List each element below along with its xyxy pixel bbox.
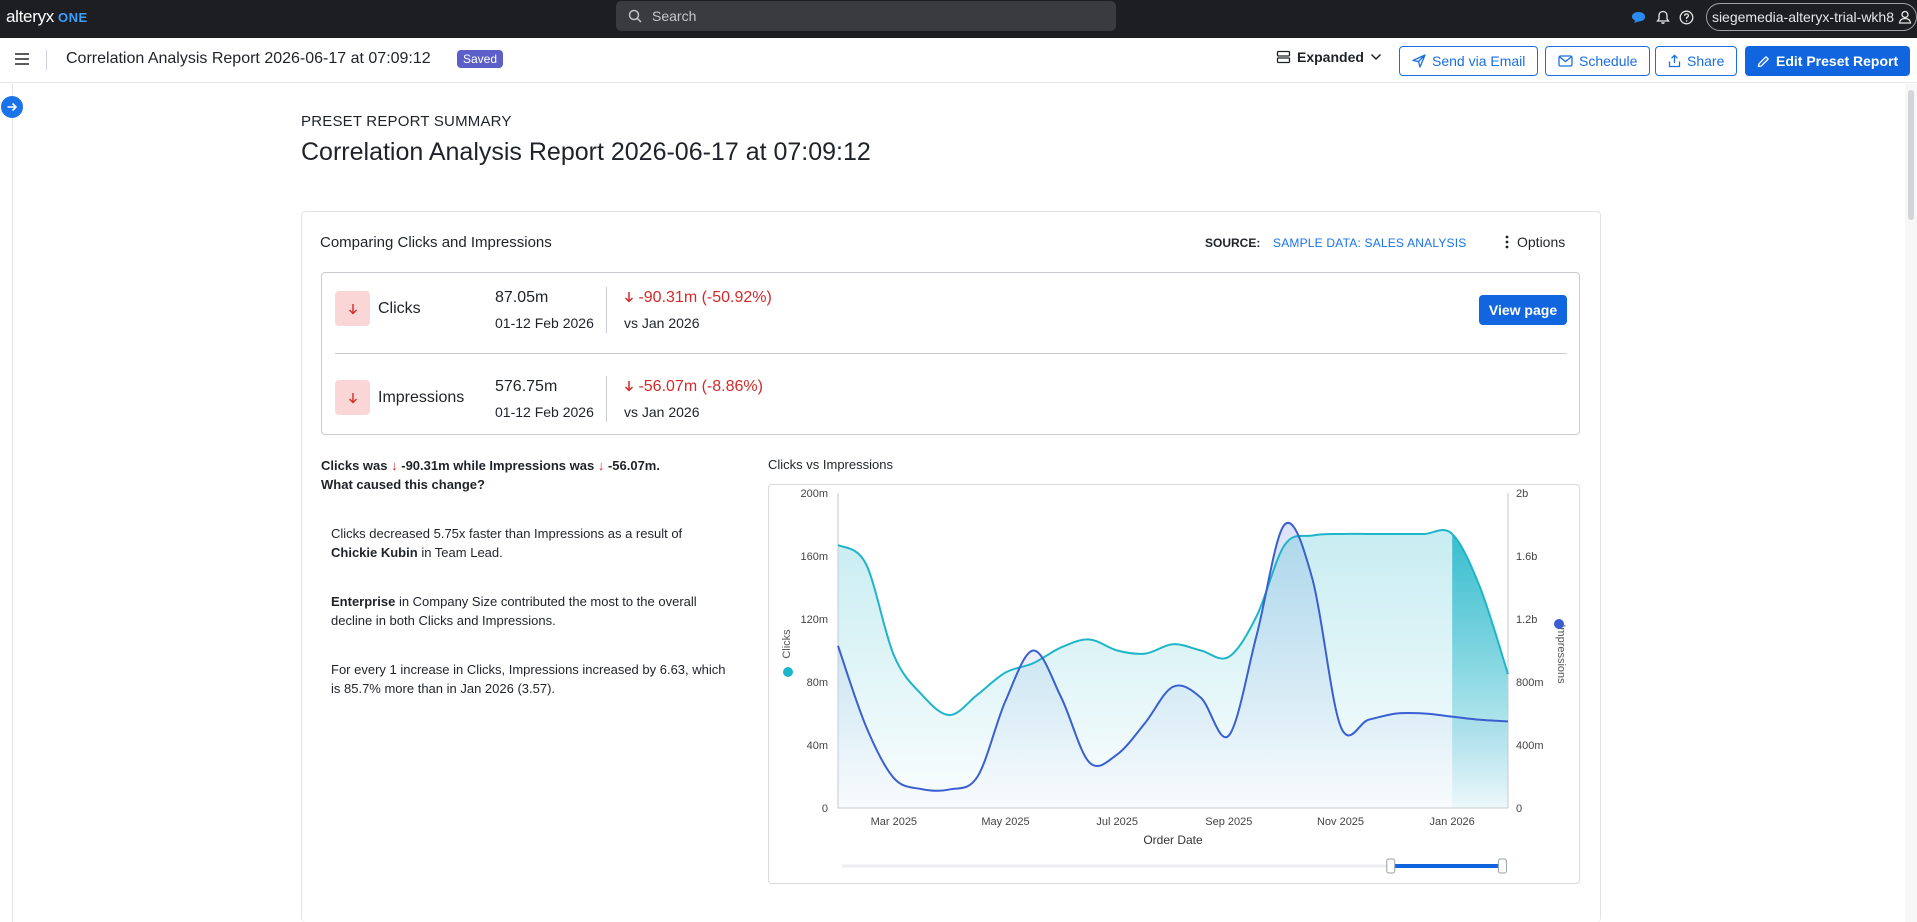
y-tick-label-right: 0: [1516, 803, 1522, 815]
view-page-button[interactable]: View page: [1479, 295, 1567, 325]
kebab-icon: [1505, 235, 1509, 249]
chevron-down-icon: [1370, 53, 1381, 61]
range-slider-handle[interactable]: [1497, 858, 1507, 874]
down-arrow-icon: [335, 291, 370, 326]
search-icon: [628, 9, 642, 23]
x-tick-label: Jul 2025: [1096, 816, 1138, 828]
help-icon[interactable]: [1678, 8, 1696, 26]
impressions-legend-dot: [1554, 619, 1564, 629]
account-menu[interactable]: siegemedia-alteryx-trial-wkh8: [1705, 3, 1917, 31]
schedule-button[interactable]: Schedule: [1545, 46, 1651, 76]
report-toolbar: Correlation Analysis Report 2026-06-17 a…: [0, 38, 1917, 83]
y-tick-label-right: 2b: [1516, 488, 1528, 500]
metric-period: 01-12 Feb 2026: [495, 315, 594, 331]
share-icon: [1668, 54, 1681, 68]
view-mode-dropdown[interactable]: Expanded: [1276, 49, 1382, 65]
mail-icon: [1558, 55, 1573, 67]
layout-icon: [1276, 50, 1291, 64]
edit-preset-report-button[interactable]: Edit Preset Report: [1745, 46, 1911, 76]
page-kicker: PRESET REPORT SUMMARY: [301, 113, 512, 130]
metrics-panel: Clicks 87.05m 01-12 Feb 2026 -90.31m (-5…: [321, 272, 1580, 435]
x-tick-label: Sep 2025: [1205, 816, 1252, 828]
card-title: Comparing Clicks and Impressions: [320, 234, 552, 251]
y-tick-label-left: 80m: [807, 677, 828, 689]
expand-panel-button[interactable]: [1, 96, 23, 118]
y-tick-label-right: 1.2b: [1516, 614, 1537, 626]
left-rail: [0, 84, 13, 922]
share-button[interactable]: Share: [1655, 46, 1738, 76]
search-input[interactable]: [652, 8, 1092, 24]
metric-period: 01-12 Feb 2026: [495, 404, 594, 420]
brand-logo[interactable]: alteryx ONE: [6, 7, 88, 27]
options-menu[interactable]: Options: [1505, 234, 1565, 250]
divider: [46, 50, 47, 70]
insight-item: Enterprise in Company Size contributed t…: [331, 594, 697, 628]
chat-icon[interactable]: [1630, 8, 1648, 26]
scrollbar-thumb[interactable]: [1908, 90, 1914, 220]
metric-name: Impressions: [378, 389, 465, 406]
y-tick-label-right: 1.6b: [1516, 551, 1537, 563]
down-arrow-icon: ↓: [391, 458, 398, 473]
x-tick-label: Jan 2026: [1430, 816, 1475, 828]
status-badge: Saved: [457, 50, 504, 68]
user-icon: [1898, 10, 1912, 24]
down-arrow-icon: [624, 292, 634, 303]
metric-name: Clicks: [378, 300, 421, 317]
x-tick-label: Nov 2025: [1317, 816, 1364, 828]
metric-row-impressions: Impressions 576.75m 01-12 Feb 2026 -56.0…: [322, 362, 1581, 422]
chart-title: Clicks vs Impressions: [768, 457, 893, 472]
source-link[interactable]: SAMPLE DATA: SALES ANALYSIS: [1273, 236, 1466, 250]
report-title: Correlation Analysis Report 2026-06-17 a…: [66, 50, 431, 67]
x-tick-label: Mar 2025: [871, 816, 917, 828]
range-slider-handle[interactable]: [1386, 858, 1396, 874]
y-tick-label-right: 800m: [1516, 677, 1544, 689]
y-tick-label-left: 40m: [807, 740, 828, 752]
page-title: Correlation Analysis Report 2026-06-17 a…: [301, 138, 871, 166]
global-search[interactable]: [616, 1, 1116, 31]
send-icon: [1412, 54, 1426, 68]
y-axis-label-right: Impressions: [1555, 624, 1567, 684]
divider: [335, 353, 1567, 354]
arrow-right-icon: [7, 102, 18, 112]
clicks-area: [838, 529, 1508, 808]
insight-item: Clicks decreased 5.75x faster than Impre…: [331, 526, 683, 560]
metric-value: 576.75m: [495, 378, 558, 395]
y-tick-label-right: 400m: [1516, 740, 1544, 752]
top-bar: alteryxONE siegemedia-alteryx-trial-wkh8: [0, 0, 1917, 38]
metric-compare: vs Jan 2026: [624, 315, 700, 331]
divider: [606, 376, 607, 422]
y-axis-label-left: Clicks: [781, 629, 793, 659]
page-scrollbar[interactable]: [1905, 84, 1917, 922]
bell-icon[interactable]: [1654, 8, 1672, 26]
y-tick-label-left: 200m: [800, 488, 828, 500]
clicks-impressions-chart[interactable]: 0 40m 80m 120m 160m 200m 0 400m 800m 1.2b 1.6b 2b Ma…: [768, 484, 1580, 884]
source-label: SOURCE:: [1205, 236, 1261, 250]
send-email-button[interactable]: Send via Email: [1399, 46, 1539, 76]
down-arrow-icon: [624, 381, 634, 392]
metric-row-clicks: Clicks 87.05m 01-12 Feb 2026 -90.31m (-5…: [322, 273, 1581, 333]
x-axis-label: Order Date: [1143, 833, 1203, 847]
y-tick-label-left: 0: [822, 803, 828, 815]
x-tick-label: May 2025: [981, 816, 1029, 828]
clicks-legend-dot: [783, 667, 793, 677]
y-tick-label-left: 160m: [800, 551, 828, 563]
down-arrow-icon: [335, 380, 370, 415]
down-arrow-icon: ↓: [597, 458, 605, 473]
metric-compare: vs Jan 2026: [624, 404, 700, 420]
pencil-icon: [1757, 55, 1769, 67]
metric-change: -56.07m (-8.86%): [624, 378, 763, 396]
hamburger-menu-icon[interactable]: [14, 52, 30, 66]
divider: [606, 287, 607, 333]
y-tick-label-left: 120m: [800, 614, 828, 626]
metric-value: 87.05m: [495, 289, 549, 306]
insight-item: For every 1 increase in Clicks, Impressi…: [331, 662, 726, 696]
metric-change: -90.31m (-50.92%): [624, 289, 772, 307]
insight-question: Clicks was ↓ -90.31m while Impressions w…: [321, 458, 660, 492]
